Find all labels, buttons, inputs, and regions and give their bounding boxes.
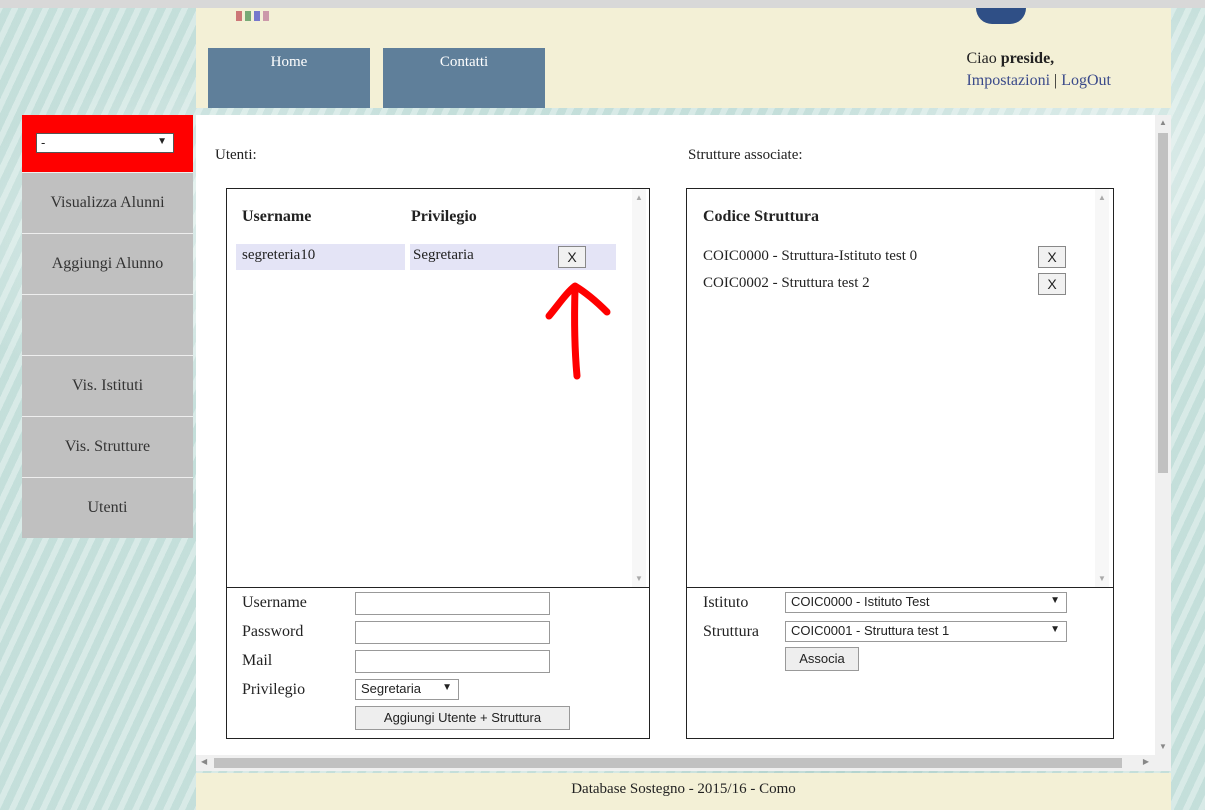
main-content: Utenti: Strutture associate: ▲ ▼ Usernam… — [196, 115, 1171, 771]
chevron-down-icon: ▼ — [1050, 595, 1060, 606]
remove-structure-button[interactable]: X — [1038, 273, 1066, 295]
scroll-thumb[interactable] — [214, 758, 1122, 768]
structure-name: COIC0000 - Struttura-Istituto test 0 — [703, 248, 918, 264]
sidebar-item-empty — [22, 294, 193, 355]
greeting-prefix: Ciao — [966, 50, 1001, 67]
password-field[interactable] — [355, 621, 550, 644]
sidebar-item-utenti[interactable]: Utenti — [22, 477, 193, 538]
istituto-select[interactable]: COIC0000 - Istituto Test ▼ — [785, 592, 1067, 613]
users-panel: ▲ ▼ Username Privilegio segreteria10 Seg… — [226, 188, 650, 739]
page-horizontal-scrollbar[interactable]: ◀ ▶ — [196, 755, 1155, 771]
sidebar-select-value: - — [41, 135, 46, 150]
col-username: Username — [242, 208, 312, 225]
structures-form-divider — [687, 587, 1113, 588]
sidebar-item-vis-istituti[interactable]: Vis. Istituti — [22, 355, 193, 416]
scroll-down-icon: ▼ — [1098, 574, 1106, 583]
browser-top-strip — [0, 0, 1205, 8]
sidebar: - ▼ Visualizza Alunni Aggiungi Alunno Vi… — [22, 115, 193, 538]
table-row: COIC0002 - Struttura test 2 X — [703, 273, 1073, 299]
mail-label: Mail — [242, 652, 273, 669]
privilege-select[interactable]: Segretaria ▼ — [355, 679, 459, 700]
struttura-label: Struttura — [703, 623, 759, 640]
user-privilege: Segretaria — [413, 247, 474, 263]
scroll-up-icon: ▲ — [1159, 118, 1167, 127]
remove-structure-button[interactable]: X — [1038, 246, 1066, 268]
associate-button[interactable]: Associa — [785, 647, 859, 671]
privilege-select-value: Segretaria — [361, 681, 421, 696]
structures-list-scrollbar[interactable]: ▲ ▼ — [1095, 189, 1109, 587]
scroll-right-icon: ▶ — [1142, 757, 1149, 766]
users-list-scrollbar[interactable]: ▲ ▼ — [632, 189, 646, 587]
structures-title: Strutture associate: — [688, 147, 803, 163]
col-structure-code: Codice Struttura — [703, 208, 819, 225]
sidebar-select[interactable]: - ▼ — [36, 133, 174, 153]
col-privilege: Privilegio — [411, 208, 477, 225]
logo — [236, 8, 296, 22]
table-row: segreteria10 Segretaria X — [236, 244, 616, 270]
istituto-label: Istituto — [703, 594, 749, 611]
istituto-select-value: COIC0000 - Istituto Test — [791, 594, 930, 609]
chevron-down-icon: ▼ — [157, 136, 167, 147]
logout-link[interactable]: LogOut — [1061, 72, 1111, 89]
scroll-up-icon: ▲ — [635, 193, 643, 202]
scroll-thumb[interactable] — [1158, 133, 1168, 473]
structure-name: COIC0002 - Struttura test 2 — [703, 275, 870, 291]
sidebar-item-aggiungi-alunno[interactable]: Aggiungi Alunno — [22, 233, 193, 294]
structures-panel: ▲ ▼ Codice Struttura COIC0000 - Struttur… — [686, 188, 1114, 739]
user-greeting: Ciao preside, Impostazioni | LogOut — [966, 48, 1111, 92]
remove-user-button[interactable]: X — [558, 246, 586, 268]
struttura-select[interactable]: COIC0001 - Struttura test 1 ▼ — [785, 621, 1067, 642]
logo-blob — [976, 8, 1026, 24]
sidebar-item-vis-strutture[interactable]: Vis. Strutture — [22, 416, 193, 477]
header: Home Contatti Ciao preside, Impostazioni… — [196, 8, 1171, 108]
footer: Database Sostegno - 2015/16 - Como — [196, 773, 1171, 810]
chevron-down-icon: ▼ — [442, 682, 452, 693]
link-separator: | — [1050, 72, 1062, 89]
sidebar-item-visualizza-alunni[interactable]: Visualizza Alunni — [22, 172, 193, 233]
username-field[interactable] — [355, 592, 550, 615]
password-label: Password — [242, 623, 304, 640]
scroll-up-icon: ▲ — [1098, 193, 1106, 202]
settings-link[interactable]: Impostazioni — [966, 72, 1050, 89]
table-row: COIC0000 - Struttura-Istituto test 0 X — [703, 246, 1073, 272]
sidebar-select-area: - ▼ — [22, 115, 193, 172]
nav-contacts-button[interactable]: Contatti — [383, 48, 545, 108]
user-username: segreteria10 — [242, 247, 316, 263]
greeting-user: preside, — [1000, 50, 1055, 67]
scroll-left-icon: ◀ — [201, 757, 208, 766]
users-form-divider — [227, 587, 649, 588]
nav-home-button[interactable]: Home — [208, 48, 370, 108]
add-user-button[interactable]: Aggiungi Utente + Struttura — [355, 706, 570, 730]
scroll-down-icon: ▼ — [635, 574, 643, 583]
mail-field[interactable] — [355, 650, 550, 673]
page-vertical-scrollbar[interactable]: ▲ ▼ — [1155, 115, 1171, 771]
struttura-select-value: COIC0001 - Struttura test 1 — [791, 623, 950, 638]
annotation-arrow-icon — [545, 282, 611, 380]
privilege-label: Privilegio — [242, 681, 306, 698]
scroll-down-icon: ▼ — [1159, 742, 1167, 751]
chevron-down-icon: ▼ — [1050, 624, 1060, 635]
users-title: Utenti: — [215, 147, 257, 163]
username-label: Username — [242, 594, 307, 611]
